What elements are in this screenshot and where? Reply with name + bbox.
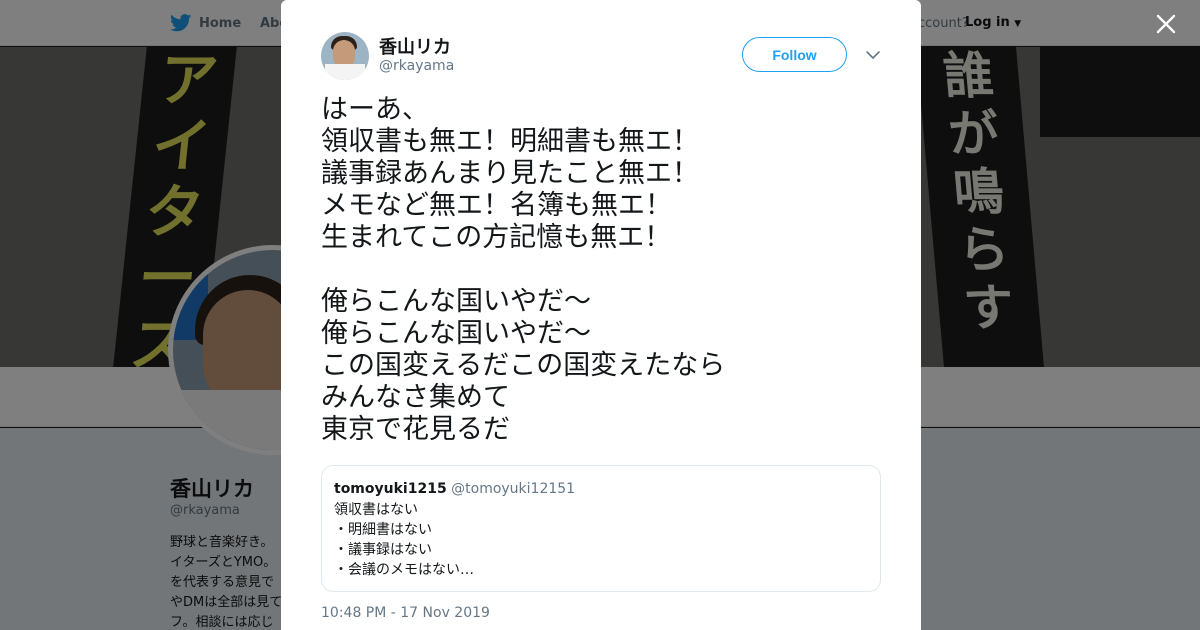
quoted-tweet-header: tomoyuki1215 @tomoyuki12151	[334, 481, 575, 497]
chevron-down-icon	[866, 51, 880, 60]
tweet-line: メモなど無エ！名簿も無エ！	[321, 190, 672, 221]
author-handle[interactable]: @rkayama	[379, 58, 454, 74]
tweet-line: みんなさ集めて	[321, 382, 510, 413]
avatar-coat	[325, 64, 365, 80]
close-icon	[1156, 14, 1176, 34]
author-name[interactable]: 香山リカ	[379, 33, 451, 59]
tweet-line: 東京で花見るだ	[321, 414, 510, 445]
quoted-line: ・議事録はない	[334, 542, 432, 558]
quoted-tweet[interactable]: tomoyuki1215 @tomoyuki12151 領収書はない ・明細書は…	[321, 465, 881, 592]
tweet-modal: 香山リカ @rkayama Follow はーあ、 領収書も無エ！明細書も無エ！…	[281, 0, 921, 630]
tweet-line: 生まれてこの方記憶も無エ！	[321, 222, 672, 253]
author-avatar[interactable]	[321, 32, 369, 80]
tweet-line: はーあ、	[321, 94, 429, 125]
tweet-line	[321, 254, 901, 286]
follow-button[interactable]: Follow	[742, 37, 847, 72]
quoted-tweet-text: 領収書はない ・明細書はない ・議事録はない ・会議のメモはない…	[334, 500, 474, 580]
tweet-text: はーあ、 領収書も無エ！明細書も無エ！ 議事録あんまり見たこと無エ！ メモなど無…	[321, 94, 901, 446]
quoted-author-handle: @tomoyuki12151	[451, 481, 576, 497]
tweet-line: この国変えるだこの国変えたなら	[321, 350, 726, 381]
quoted-line: ・明細書はない	[334, 522, 432, 538]
tweet-menu-button[interactable]	[864, 46, 882, 64]
quoted-line: 領収書はない	[334, 502, 418, 518]
tweet-line: 領収書も無エ！明細書も無エ！	[321, 126, 699, 157]
tweet-timestamp[interactable]: 10:48 PM - 17 Nov 2019	[321, 605, 490, 621]
close-button[interactable]	[1152, 10, 1180, 38]
tweet-line: 俺らこんな国いやだ～	[321, 318, 591, 349]
tweet-line: 議事録あんまり見たこと無エ！	[321, 158, 699, 189]
tweet-line: 俺らこんな国いやだ～	[321, 286, 591, 317]
quoted-line: ・会議のメモはない…	[334, 562, 474, 578]
quoted-author-name: tomoyuki1215	[334, 481, 447, 497]
